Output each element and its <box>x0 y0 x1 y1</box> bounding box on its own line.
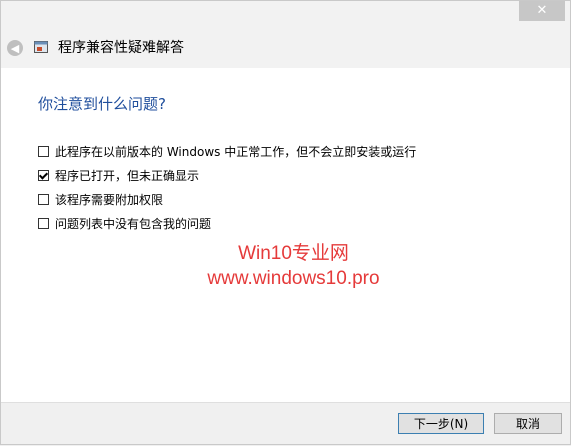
title-bar: ✕ ◀ 程序兼容性疑难解答 <box>0 0 571 68</box>
checkbox[interactable] <box>38 193 49 205</box>
footer-bar: 下一步(N) 取消 <box>0 402 571 446</box>
close-icon: ✕ <box>536 3 548 18</box>
option-label: 程序已打开，但未正确显示 <box>55 168 200 183</box>
option-label: 问题列表中没有包含我的问题 <box>55 216 212 231</box>
option-works-previously[interactable]: 此程序在以前版本的 Windows 中正常工作，但不会立即安装或运行 <box>38 139 416 163</box>
arrow-left-icon: ◀ <box>10 41 20 55</box>
checkbox[interactable] <box>38 217 49 229</box>
cancel-button[interactable]: 取消 <box>494 413 562 434</box>
watermark-site-name: Win10专业网 <box>238 243 349 264</box>
wizard-title: 程序兼容性疑难解答 <box>58 40 184 56</box>
checkbox-checked[interactable] <box>38 169 49 181</box>
next-button[interactable]: 下一步(N) <box>398 413 484 434</box>
close-button[interactable]: ✕ <box>519 0 565 21</box>
option-display-incorrect[interactable]: 程序已打开，但未正确显示 <box>38 163 416 187</box>
option-label: 此程序在以前版本的 Windows 中正常工作，但不会立即安装或运行 <box>55 144 417 159</box>
option-not-listed[interactable]: 问题列表中没有包含我的问题 <box>38 211 416 235</box>
option-label: 该程序需要附加权限 <box>55 192 164 207</box>
page-heading: 你注意到什么问题? <box>38 95 166 113</box>
problem-options-list: 此程序在以前版本的 Windows 中正常工作，但不会立即安装或运行 程序已打开… <box>38 139 416 235</box>
checkbox[interactable] <box>38 145 49 157</box>
option-needs-permissions[interactable]: 该程序需要附加权限 <box>38 187 416 211</box>
wizard-icon <box>34 41 48 53</box>
back-button[interactable]: ◀ <box>7 40 23 56</box>
watermark-url: www.windows10.pro <box>207 268 380 289</box>
